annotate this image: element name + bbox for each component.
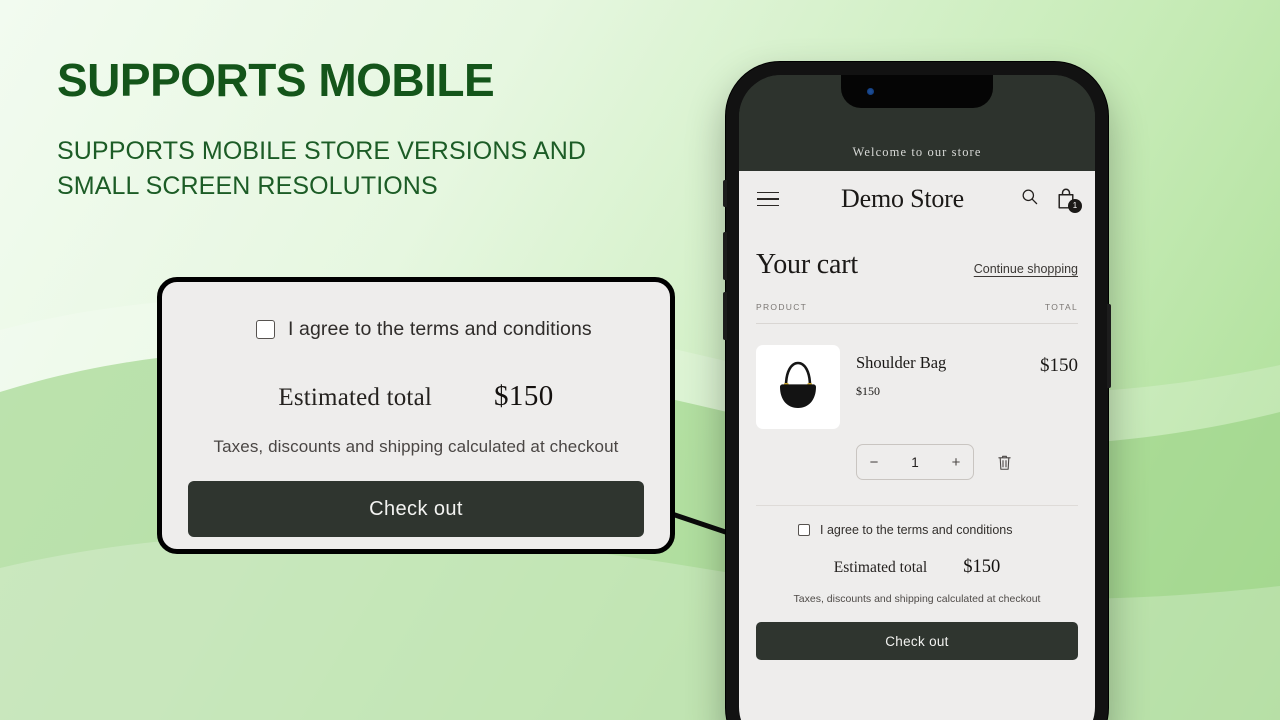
cart-title-row: Your cart Continue shopping bbox=[756, 227, 1078, 281]
estimated-total-value: $150 bbox=[963, 557, 1001, 577]
column-header-product: PRODUCT bbox=[756, 302, 808, 312]
announcement-text: Welcome to our store bbox=[852, 145, 982, 159]
hamburger-menu-icon[interactable] bbox=[757, 191, 779, 207]
phone-notch bbox=[841, 75, 993, 108]
search-icon[interactable] bbox=[1020, 187, 1039, 211]
line-item-total: $150 bbox=[1040, 355, 1078, 376]
terms-label: I agree to the terms and conditions bbox=[820, 523, 1013, 537]
quantity-increment-button[interactable]: + bbox=[939, 445, 973, 479]
callout-estimated-total-row: Estimated total $150 bbox=[188, 380, 644, 413]
slide-canvas: SUPPORTS MOBILE SUPPORTS MOBILE STORE VE… bbox=[0, 0, 1280, 720]
quantity-value[interactable]: 1 bbox=[891, 455, 939, 470]
product-thumbnail[interactable] bbox=[756, 345, 840, 429]
estimated-total-row: Estimated total $150 bbox=[756, 557, 1078, 578]
header-actions: 1 bbox=[1020, 187, 1082, 213]
product-unit-price: $150 bbox=[856, 384, 880, 398]
store-screen: Demo Store 1 Your cart Continue shopping… bbox=[739, 171, 1095, 720]
tax-note: Taxes, discounts and shipping calculated… bbox=[213, 437, 619, 456]
cart-title: Your cart bbox=[756, 249, 858, 280]
product-name[interactable]: Shoulder Bag bbox=[856, 353, 1024, 373]
continue-shopping-link[interactable]: Continue shopping bbox=[974, 262, 1078, 276]
trash-icon[interactable] bbox=[997, 454, 1012, 471]
phone-screen-area: Welcome to our store Demo Store 1 Your c… bbox=[739, 75, 1095, 720]
column-header-total: TOTAL bbox=[1044, 302, 1078, 312]
store-header: Demo Store 1 bbox=[739, 171, 1095, 227]
quantity-stepper[interactable]: − 1 + bbox=[856, 444, 974, 480]
estimated-total-value: $150 bbox=[494, 380, 554, 412]
quantity-decrement-button[interactable]: − bbox=[857, 445, 891, 479]
quantity-row: − 1 + bbox=[756, 444, 1078, 480]
checkout-button[interactable]: Check out bbox=[756, 622, 1078, 660]
page-title: SUPPORTS MOBILE bbox=[57, 54, 495, 106]
terms-checkbox[interactable] bbox=[798, 524, 810, 536]
phone-mockup: Welcome to our store Demo Store 1 Your c… bbox=[723, 62, 1111, 720]
store-name: Demo Store bbox=[841, 184, 964, 213]
shopping-bag-icon[interactable]: 1 bbox=[1055, 187, 1082, 213]
terms-checkbox[interactable] bbox=[256, 319, 275, 339]
line-item-details: Shoulder Bag $150 bbox=[856, 345, 1024, 429]
phone-silent-switch[interactable] bbox=[723, 180, 727, 207]
front-camera-icon bbox=[867, 88, 874, 95]
shoulder-bag-image bbox=[780, 361, 816, 408]
terms-label: I agree to the terms and conditions bbox=[288, 317, 592, 340]
cart-body: Your cart Continue shopping PRODUCT TOTA… bbox=[739, 227, 1095, 660]
cart-line-item: Shoulder Bag $150 $150 bbox=[756, 324, 1078, 429]
promo-copy: SUPPORTS MOBILE SUPPORTS MOBILE STORE VE… bbox=[57, 56, 677, 203]
cart-column-headers: PRODUCT TOTAL bbox=[756, 302, 1078, 312]
callout-terms-row[interactable]: I agree to the terms and conditions bbox=[188, 308, 644, 350]
cart-terms-row[interactable]: I agree to the terms and conditions bbox=[756, 523, 1078, 537]
phone-volume-down-button[interactable] bbox=[723, 292, 727, 340]
phone-volume-up-button[interactable] bbox=[723, 232, 727, 280]
tax-note: Taxes, discounts and shipping calculated… bbox=[793, 593, 1041, 605]
checkout-button[interactable]: Check out bbox=[188, 481, 644, 537]
page-subtitle: SUPPORTS MOBILE STORE VERSIONS AND SMALL… bbox=[57, 137, 586, 200]
cart-count-badge: 1 bbox=[1068, 199, 1082, 213]
phone-power-button[interactable] bbox=[1107, 304, 1111, 388]
zoom-callout-card: I agree to the terms and conditions Esti… bbox=[157, 277, 675, 554]
cart-footer-divider bbox=[756, 505, 1078, 506]
estimated-total-label: Estimated total bbox=[833, 559, 928, 576]
estimated-total-label: Estimated total bbox=[278, 384, 433, 411]
